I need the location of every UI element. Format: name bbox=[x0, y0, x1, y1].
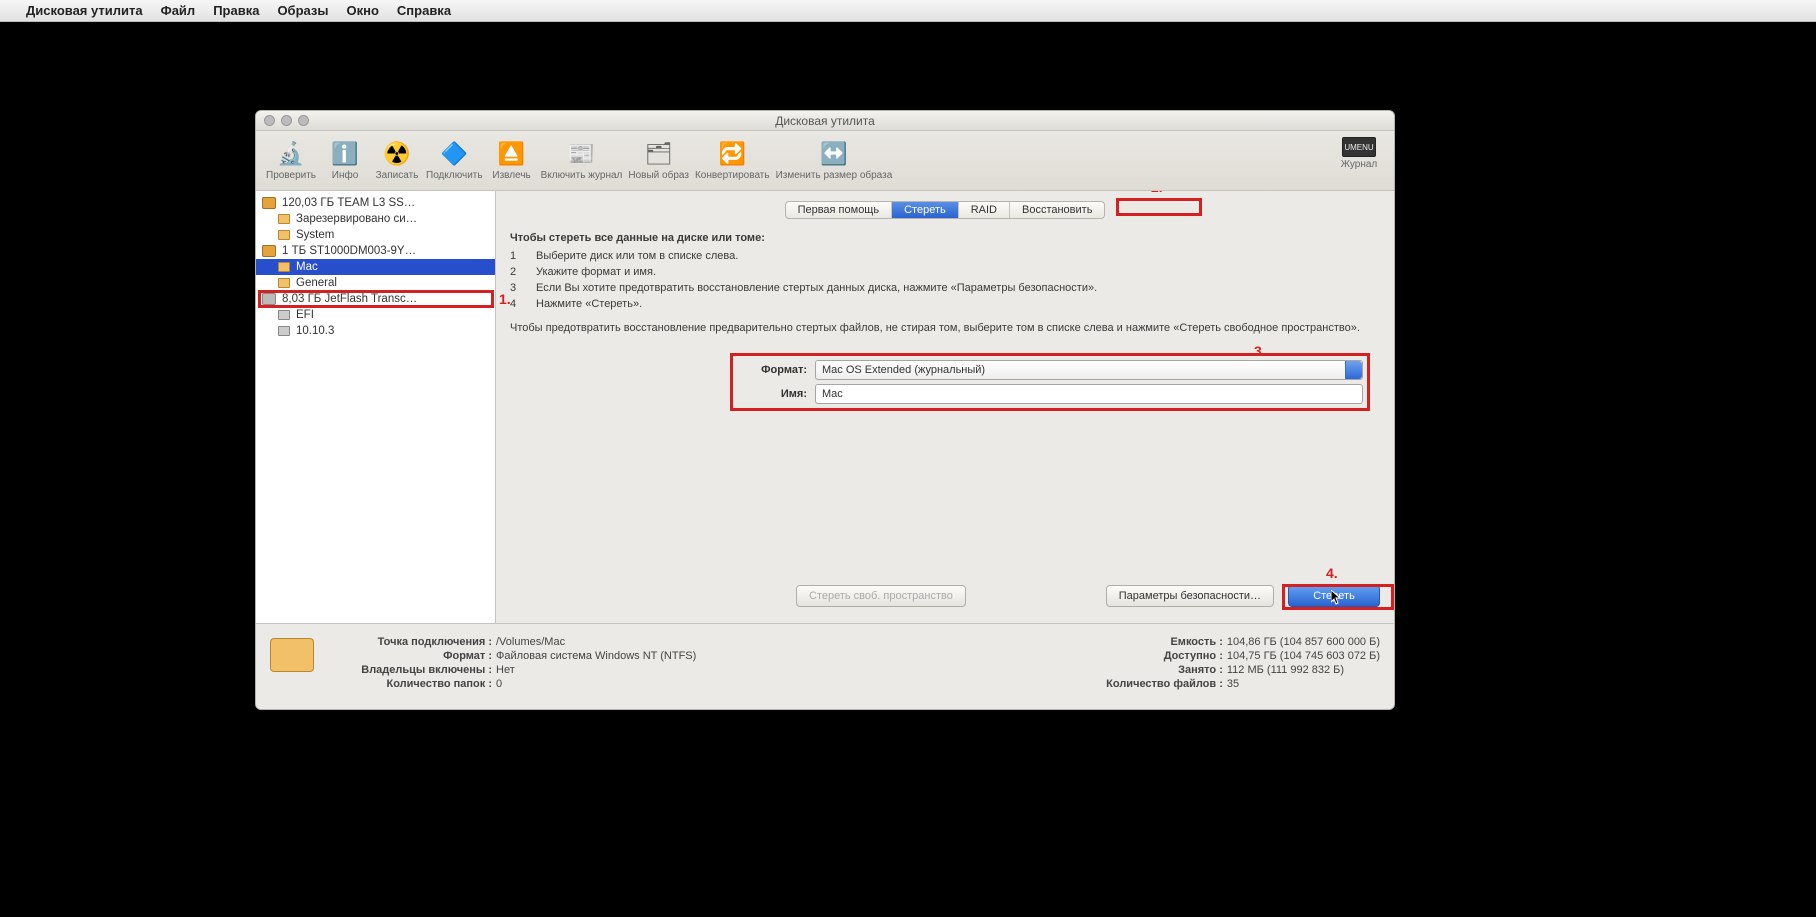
volume-icon bbox=[278, 326, 290, 336]
instructions-lead: Чтобы стереть все данные на диске или то… bbox=[510, 231, 1380, 247]
sidebar-vol-system[interactable]: System bbox=[256, 227, 495, 243]
toolbar-new-image[interactable]: 🗂 Новый образ bbox=[628, 140, 689, 181]
menu-window[interactable]: Окно bbox=[346, 3, 378, 18]
eject-icon: ⏏️ bbox=[498, 140, 526, 168]
journal-icon: 📰 bbox=[567, 140, 595, 168]
window-titlebar: Дисковая утилита bbox=[256, 111, 1394, 131]
volume-icon bbox=[278, 278, 290, 288]
minimize-icon[interactable] bbox=[281, 115, 292, 126]
hdd-icon bbox=[262, 197, 276, 209]
selected-drive-icon bbox=[270, 638, 314, 672]
footer-right-col: Емкость :104,86 ГБ (104 857 600 000 Б) Д… bbox=[1083, 636, 1380, 697]
menu-help[interactable]: Справка bbox=[397, 3, 451, 18]
sidebar-vol-efi[interactable]: EFI bbox=[256, 307, 495, 323]
footer-info: Точка подключения :/Volumes/Mac Формат :… bbox=[256, 623, 1394, 709]
name-label: Имя: bbox=[737, 388, 807, 400]
annotation-num-4: 4. bbox=[1326, 565, 1338, 581]
sidebar-vol-reserved[interactable]: Зарезервировано си… bbox=[256, 211, 495, 227]
tab-first-aid[interactable]: Первая помощь bbox=[786, 202, 893, 218]
convert-icon: 🔁 bbox=[718, 140, 746, 168]
menu-file[interactable]: Файл bbox=[161, 3, 196, 18]
sidebar-vol-general[interactable]: General bbox=[256, 275, 495, 291]
menu-images[interactable]: Образы bbox=[277, 3, 328, 18]
volume-icon bbox=[278, 214, 290, 224]
toolbar-resize-image[interactable]: ↔️ Изменить размер образа bbox=[776, 140, 893, 181]
erase-button[interactable]: Стереть bbox=[1288, 585, 1380, 607]
sidebar-vol-mac[interactable]: Mac bbox=[256, 259, 495, 275]
menubar-appname[interactable]: Дисковая утилита bbox=[26, 3, 143, 18]
sidebar-disk-team-ssd[interactable]: 120,03 ГБ TEAM L3 SS… bbox=[256, 195, 495, 211]
toolbar-enable-journal[interactable]: 📰 Включить журнал bbox=[541, 140, 623, 181]
toolbar-mount[interactable]: 🔷 Подключить bbox=[426, 140, 483, 181]
menubar: Дисковая утилита Файл Правка Образы Окно… bbox=[0, 0, 1816, 22]
sidebar-disk-seagate-1tb[interactable]: 1 ТБ ST1000DM003-9Y… bbox=[256, 243, 495, 259]
resize-icon: ↔️ bbox=[820, 140, 848, 168]
footer-left-col: Точка подключения :/Volumes/Mac Формат :… bbox=[332, 636, 696, 697]
tab-restore[interactable]: Восстановить bbox=[1010, 202, 1104, 218]
volume-icon bbox=[278, 230, 290, 240]
disk-sidebar[interactable]: 120,03 ГБ TEAM L3 SS… Зарезервировано си… bbox=[256, 191, 496, 623]
tab-erase[interactable]: Стереть bbox=[892, 202, 959, 218]
erase-button-row: Стереть своб. пространство Параметры без… bbox=[510, 585, 1380, 607]
volume-icon bbox=[278, 262, 290, 272]
window-body: 120,03 ГБ TEAM L3 SS… Зарезервировано си… bbox=[256, 191, 1394, 623]
hdd-icon bbox=[262, 245, 276, 257]
format-label: Формат: bbox=[737, 364, 807, 376]
erase-free-space-button[interactable]: Стереть своб. пространство bbox=[796, 585, 966, 607]
erase-instructions: Чтобы стереть все данные на диске или то… bbox=[510, 231, 1380, 337]
tab-segmented: Первая помощь Стереть RAID Восстановить bbox=[785, 201, 1106, 219]
toolbar-eject[interactable]: ⏏️ Извлечь bbox=[489, 140, 535, 181]
toolbar-log[interactable]: UMENU Журнал bbox=[1336, 137, 1382, 170]
content-pane: Первая помощь Стереть RAID Восстановить … bbox=[496, 191, 1394, 623]
mount-icon: 🔷 bbox=[440, 140, 468, 168]
volume-icon bbox=[278, 310, 290, 320]
toolbar-verify[interactable]: 🔬 Проверить bbox=[266, 140, 316, 181]
name-input[interactable]: Mac bbox=[815, 384, 1363, 404]
toolbar-convert[interactable]: 🔁 Конвертировать bbox=[695, 140, 770, 181]
sidebar-vol-10-10-3[interactable]: 10.10.3 bbox=[256, 323, 495, 339]
tab-row: Первая помощь Стереть RAID Восстановить bbox=[510, 201, 1380, 219]
annotation-num-2: 2. bbox=[1151, 191, 1163, 195]
log-icon: UMENU bbox=[1342, 137, 1376, 157]
window-title: Дисковая утилита bbox=[775, 114, 875, 128]
instructions-para2: Чтобы предотвратить восстановление предв… bbox=[510, 321, 1380, 337]
burn-icon: ☢️ bbox=[383, 140, 411, 168]
toolbar: 🔬 Проверить ℹ️ Инфо ☢️ Записать 🔷 Подклю… bbox=[256, 131, 1394, 191]
tab-raid[interactable]: RAID bbox=[959, 202, 1010, 218]
close-icon[interactable] bbox=[264, 115, 275, 126]
erase-form: Формат: Mac OS Extended (журнальный) Имя… bbox=[730, 353, 1370, 411]
toolbar-info[interactable]: ℹ️ Инфо bbox=[322, 140, 368, 181]
window-traffic-lights[interactable] bbox=[264, 115, 309, 126]
disk-utility-window: Дисковая утилита 🔬 Проверить ℹ️ Инфо ☢️ … bbox=[255, 110, 1395, 710]
security-options-button[interactable]: Параметры безопасности… bbox=[1106, 585, 1274, 607]
sidebar-disk-jetflash[interactable]: 8,03 ГБ JetFlash Transc… bbox=[256, 291, 495, 307]
zoom-icon[interactable] bbox=[298, 115, 309, 126]
menu-edit[interactable]: Правка bbox=[213, 3, 259, 18]
format-select[interactable]: Mac OS Extended (журнальный) bbox=[815, 360, 1363, 380]
hdd-icon bbox=[262, 293, 276, 305]
new-image-icon: 🗂 bbox=[645, 140, 673, 168]
microscope-icon: 🔬 bbox=[277, 140, 305, 168]
toolbar-burn[interactable]: ☢️ Записать bbox=[374, 140, 420, 181]
info-icon: ℹ️ bbox=[331, 140, 359, 168]
